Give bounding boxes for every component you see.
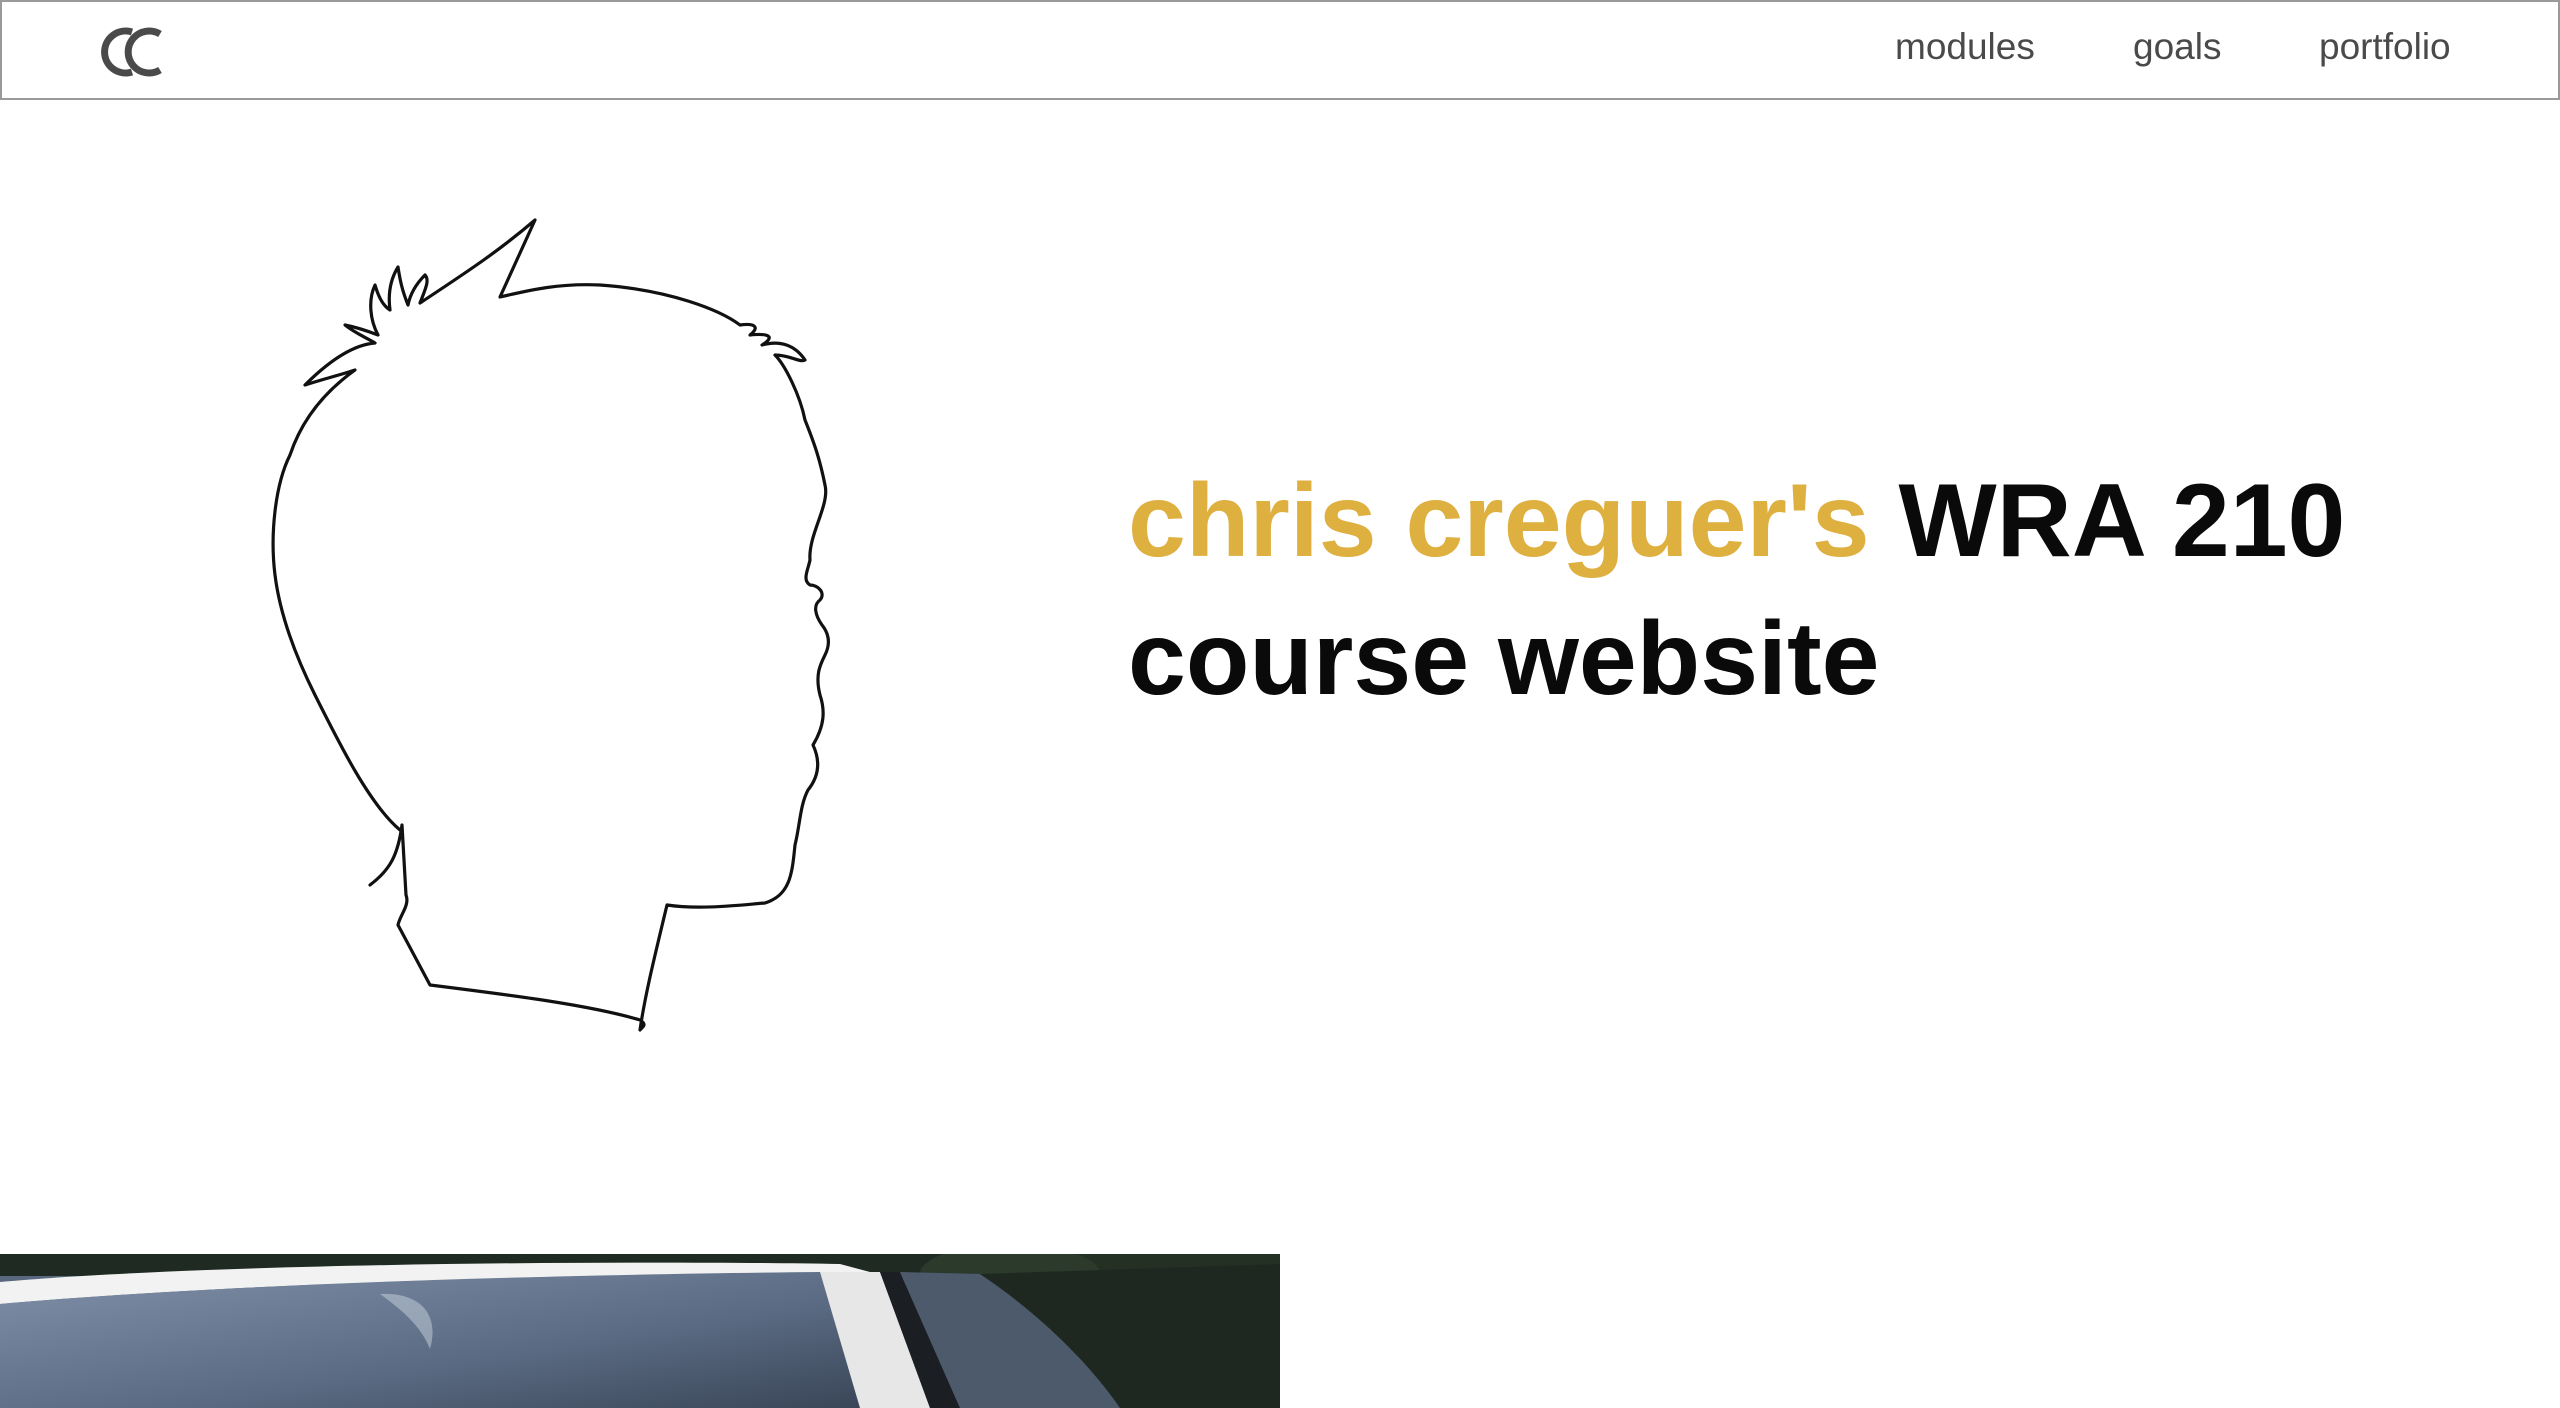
- nav-modules-link[interactable]: modules: [1895, 26, 2035, 68]
- site-header: modules goals portfolio: [0, 0, 2560, 100]
- page-title: chris creguer's WRA 210 course website: [1128, 452, 2378, 728]
- nav-portfolio-link[interactable]: portfolio: [2319, 26, 2451, 68]
- nav-goals-link[interactable]: goals: [2133, 26, 2221, 68]
- head-silhouette-icon: [230, 205, 860, 1045]
- car-photo-image: [0, 1254, 1280, 1408]
- cc-logo-icon[interactable]: [100, 24, 166, 80]
- silhouette-drawing: [271, 218, 830, 1032]
- title-accent-text: chris creguer's: [1128, 463, 1870, 579]
- cc-logo-glyph: [101, 27, 162, 77]
- title-course-code: WRA 210: [1898, 463, 2346, 579]
- title-line2: course website: [1128, 601, 1880, 717]
- car-photo-drawing: [0, 1254, 1280, 1408]
